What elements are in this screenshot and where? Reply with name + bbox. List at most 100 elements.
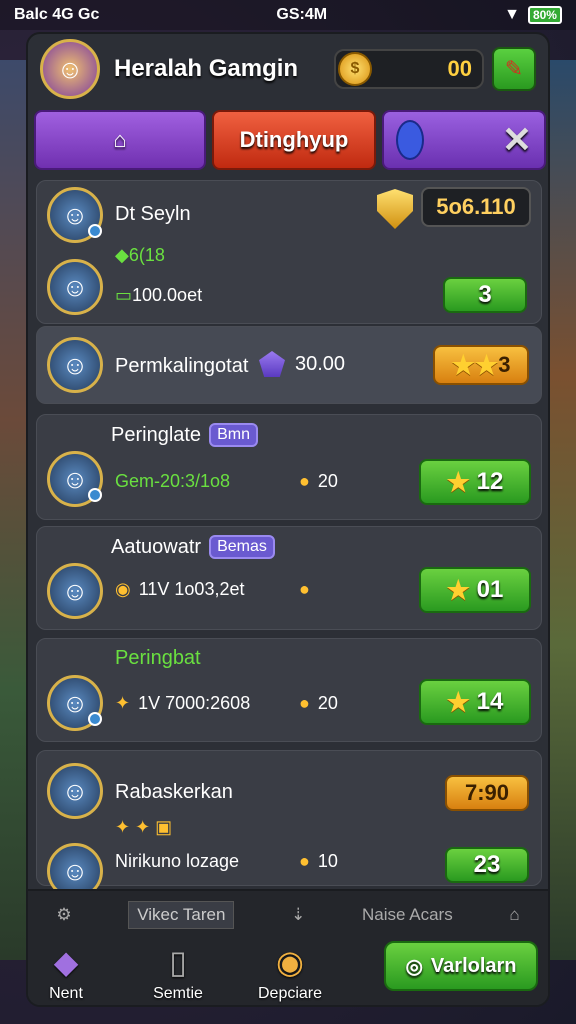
coin-icon: $ — [338, 52, 372, 86]
badge-icon: ✦ ✦ ▣ — [115, 817, 173, 837]
game-title: Heralah Gamgin — [114, 55, 299, 82]
row-name: Peringbat — [115, 647, 201, 669]
star-button[interactable]: ★ 01 — [419, 567, 531, 613]
nav-item-semtie[interactable]: ▯ Semtie — [138, 939, 218, 1003]
avatar: ☺ — [47, 451, 103, 507]
row-sub: 1V 7000:2608 — [138, 693, 251, 713]
row-name: Rabaskerkan — [115, 781, 233, 803]
score-box: 5o6.110 — [421, 187, 531, 227]
row-badge: Bemas — [209, 535, 275, 559]
pin-icon: ● — [299, 851, 310, 871]
list-item[interactable]: Aatuowatr Bemas ☺ ◉ 11V 1o03,2et ● ★ 01 — [36, 526, 542, 630]
badge-icon: ✦ — [115, 693, 131, 713]
row-sub: 11V 1o03,2et — [138, 579, 245, 599]
star-button[interactable]: ★ 12 — [419, 459, 531, 505]
star-value: 14 — [476, 688, 504, 715]
coin-counter[interactable]: $ 00 — [334, 49, 484, 89]
status-bar: Balc 4G Gc GS:4M ▼ 80% — [0, 0, 576, 30]
tablet-icon: ▯ — [169, 944, 187, 980]
close-icon[interactable]: ✕ — [502, 119, 532, 161]
badge-icon — [88, 488, 102, 502]
gear-icon[interactable]: ⚙ — [56, 905, 71, 925]
bottom-label[interactable]: Naise Acars — [362, 905, 453, 925]
avatar: ☺ — [47, 259, 103, 315]
row-name: Dt Seyln — [115, 203, 191, 225]
star-icon: ★ — [451, 349, 475, 380]
coin-icon: ◉ — [115, 579, 131, 599]
star-value: 12 — [476, 468, 504, 495]
egg-icon — [396, 120, 424, 160]
list-item[interactable]: Peringbat ☺ ✦ 1V 7000:2608 ● 20 ★ 14 — [36, 638, 542, 742]
avatar: ☺ — [47, 337, 103, 393]
chat-icon: ◎ — [405, 955, 423, 978]
bottom-label[interactable]: Vikec Taren — [128, 901, 235, 929]
star-icon: ★ — [446, 466, 470, 497]
row-name: Aatuowatr — [111, 535, 202, 558]
action-label: Varlolarn — [430, 954, 517, 977]
wifi-icon: ▼ — [504, 6, 520, 23]
tools-button[interactable]: ✎ — [492, 47, 536, 91]
row-name: Permkalingotat — [115, 355, 249, 377]
bottom-bar: ⚙ Vikec Taren ⇣ Naise Acars ⌂ ◆ Nent ▯ S… — [28, 889, 548, 1005]
avatar: ☺ — [47, 187, 103, 243]
player-avatar[interactable]: ☺ — [40, 39, 100, 99]
arrow-down-icon[interactable]: ⇣ — [291, 905, 305, 925]
claim-button[interactable]: 3 — [443, 277, 527, 313]
battery-icon: 80% — [527, 6, 562, 24]
row-name: Peringlate — [111, 423, 202, 446]
row-sub: 100.0oet — [132, 285, 203, 305]
clock: GS:4M — [276, 6, 328, 23]
shield-icon — [377, 189, 413, 229]
nav-label: Depciare — [257, 985, 323, 1002]
star-icon: ★ — [446, 574, 470, 605]
tab-home[interactable]: ⌂ — [34, 110, 206, 170]
header: ☺ Heralah Gamgin $ 00 ✎ — [28, 34, 548, 104]
nav-label: Semtie — [153, 985, 203, 1002]
pin-icon: ● — [299, 693, 310, 713]
row-pin: 20 — [317, 693, 338, 713]
star-button[interactable]: ★ 14 — [419, 679, 531, 725]
row-badge: Bmn — [209, 423, 258, 447]
list-item[interactable]: ☺ Permkalingotat 30.00 ★ ★ 3 — [36, 326, 542, 404]
nav-label: Nent — [49, 985, 83, 1002]
claim-button[interactable]: 23 — [445, 847, 529, 883]
carrier-text: Balc 4G Gc — [14, 6, 100, 23]
list-item[interactable]: Peringlate Bmn ☺ Gem-20:3/1o8 ● 20 ★ 12 — [36, 414, 542, 520]
compass-icon: ◉ — [276, 944, 304, 980]
avatar: ☺ — [47, 763, 103, 819]
list-item[interactable]: ☺ Dt Seyln 5o6.110 ◆ 6(18 ☺ ▭ 100.0oet 3 — [36, 180, 542, 324]
timer-badge: 7:90 — [445, 775, 529, 811]
pin-icon: ● — [299, 579, 310, 599]
star-icon: ★ — [474, 349, 499, 380]
tab-bar: ⌂ Dtinghyup ✕ — [34, 110, 546, 170]
reward-value: 3 — [498, 352, 511, 377]
game-panel: ☺ Heralah Gamgin $ 00 ✎ ⌂ Dtinghyup ✕ ☺ … — [26, 32, 550, 1007]
action-button[interactable]: ◎ Varlolarn — [384, 941, 538, 991]
list-item[interactable]: ☺ Rabaskerkan 7:90 ✦ ✦ ▣ ☺ Nirikuno loza… — [36, 750, 542, 899]
pin-icon: ● — [299, 471, 310, 491]
avatar: ☺ — [47, 563, 103, 619]
row-pin: 20 — [317, 471, 338, 491]
gem-icon — [259, 351, 285, 377]
row-sub: Gem-20:3/1o8 — [115, 471, 231, 491]
cash-icon: ▭ — [115, 285, 133, 305]
reward-button[interactable]: ★ ★ 3 — [433, 345, 529, 385]
row-pin: 10 — [317, 851, 338, 871]
star-value: 01 — [476, 576, 504, 603]
badge-icon — [88, 712, 102, 726]
home-icon: ⌂ — [113, 127, 127, 152]
avatar: ☺ — [47, 675, 103, 731]
row-sub: 6(18 — [128, 245, 165, 265]
coin-value: 00 — [447, 56, 472, 81]
nav-item-nent[interactable]: ◆ Nent — [36, 939, 96, 1003]
star-icon: ★ — [446, 686, 470, 717]
tab-extra[interactable]: ✕ — [382, 110, 546, 170]
nav-item-depciare[interactable]: ◉ Depciare — [250, 939, 330, 1003]
hammer-icon: ✎ — [504, 56, 524, 81]
house-icon[interactable]: ⌂ — [509, 905, 519, 925]
tab-main[interactable]: Dtinghyup — [212, 110, 376, 170]
hammer-icon: ◆ — [53, 944, 79, 980]
row-value: 30.00 — [295, 352, 346, 375]
badge-icon — [88, 224, 102, 238]
row-sub: Nirikuno lozage — [115, 851, 240, 871]
